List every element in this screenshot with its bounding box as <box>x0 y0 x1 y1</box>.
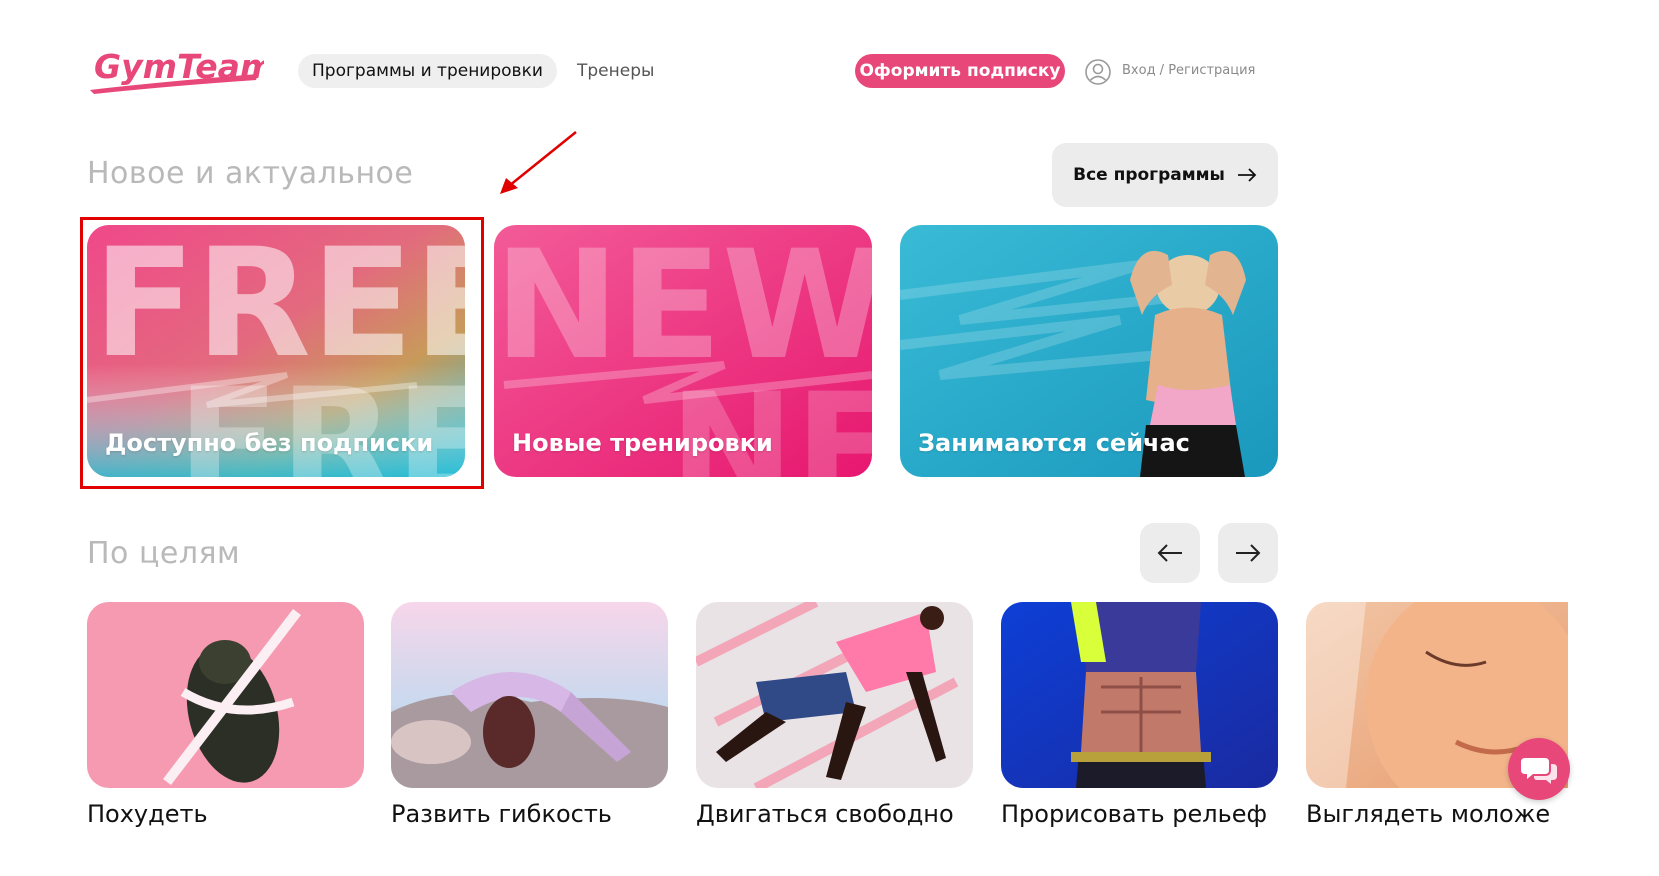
arrow-left-icon <box>1157 544 1182 562</box>
goal-image-lose-weight <box>87 602 364 788</box>
goals-next-button[interactable] <box>1218 523 1278 583</box>
user-icon[interactable] <box>1085 59 1111 85</box>
chat-button[interactable] <box>1508 738 1570 800</box>
login-link[interactable]: Вход / Регистрация <box>1122 54 1255 88</box>
arrow-right-icon <box>1236 544 1261 562</box>
goal-card-flexibility[interactable]: Развить гибкость <box>391 602 668 828</box>
card-active-label: Занимаются сейчас <box>918 429 1190 457</box>
card-active-now[interactable]: Занимаются сейчас <box>900 225 1278 477</box>
goal-label-look-younger: Выглядеть моложе <box>1306 800 1551 828</box>
goals-prev-button[interactable] <box>1140 523 1200 583</box>
gymteam-logo[interactable]: GymTeam <box>88 44 264 96</box>
goal-card-lose-weight[interactable]: Похудеть <box>87 602 364 828</box>
nav-programs[interactable]: Программы и тренировки <box>298 54 557 88</box>
all-programs-button[interactable]: Все программы <box>1052 143 1278 207</box>
section-title-goals: По целям <box>87 536 241 571</box>
goal-label-move-freely: Двигаться свободно <box>696 800 954 828</box>
goal-image-muscle-definition <box>1001 602 1278 788</box>
annotation-highlight-box <box>80 217 484 489</box>
chat-icon <box>1521 758 1557 784</box>
arrow-right-icon <box>1237 168 1257 182</box>
section-title-new: Новое и актуальное <box>87 156 414 191</box>
all-programs-label: Все программы <box>1073 165 1225 185</box>
goal-label-lose-weight: Похудеть <box>87 800 208 828</box>
goal-image-move-freely <box>696 602 973 788</box>
goal-label-flexibility: Развить гибкость <box>391 800 612 828</box>
gymteam-logo-graphic: GymTeam <box>90 47 264 94</box>
subscribe-button[interactable]: Оформить подписку <box>855 54 1065 88</box>
goal-card-move-freely[interactable]: Двигаться свободно <box>696 602 973 828</box>
goal-card-muscle-definition[interactable]: Прорисовать рельеф <box>1001 602 1278 828</box>
annotation-arrow-icon <box>500 131 577 194</box>
nav-trainers[interactable]: Тренеры <box>577 54 654 88</box>
card-new[interactable]: NEW NEW Новые тренировки <box>494 225 872 477</box>
goal-label-muscle-definition: Прорисовать рельеф <box>1001 800 1268 828</box>
card-new-label: Новые тренировки <box>512 429 773 457</box>
goal-image-flexibility <box>391 602 668 788</box>
